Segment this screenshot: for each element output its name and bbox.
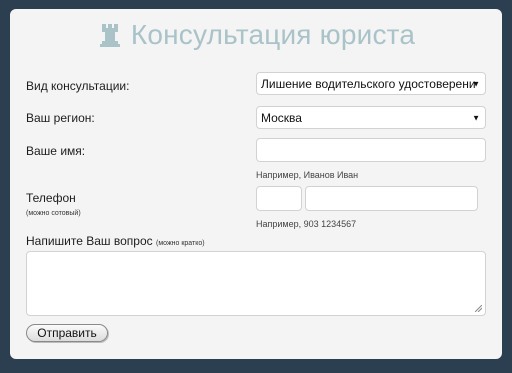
consult-type-label: Вид консультации:: [26, 79, 130, 93]
form-title-row: Консультация юриста: [10, 19, 502, 51]
phone-hint: Например, 903 1234567: [256, 219, 357, 229]
page-title: Консультация юриста: [130, 19, 416, 50]
consult-type-select[interactable]: Лишение водительского удостоверени ▼: [256, 72, 486, 95]
question-value: [27, 252, 485, 262]
question-sublabel: (можно кратко): [155, 240, 205, 247]
name-input-value: [257, 139, 485, 149]
submit-button[interactable]: Отправить: [26, 324, 108, 342]
phone-number-value: [306, 187, 477, 197]
name-hint: Например, Иванов Иван: [256, 170, 359, 180]
name-input[interactable]: [256, 138, 486, 162]
phone-sublabel: (можно сотовый): [26, 210, 81, 217]
phone-label: Телефон: [26, 191, 76, 205]
question-label: Напишите Ваш вопрос: [26, 234, 153, 248]
question-label-row: Напишите Ваш вопрос (можно кратко): [26, 234, 205, 248]
region-select[interactable]: Москва ▼: [256, 106, 486, 129]
name-label: Ваше имя:: [26, 144, 86, 158]
region-value: Москва: [261, 110, 302, 125]
consultation-form-card: Консультация юриста Вид консультации: Ли…: [10, 9, 502, 359]
triangle-down-icon: ▼: [472, 79, 480, 88]
phone-number-input[interactable]: [305, 186, 478, 211]
phone-code-input[interactable]: [256, 186, 302, 211]
rook-icon: [97, 22, 123, 48]
region-label: Ваш регион:: [26, 111, 95, 125]
question-textarea[interactable]: [26, 251, 486, 316]
resize-handle-icon[interactable]: [475, 305, 482, 312]
triangle-down-icon: ▼: [472, 113, 480, 122]
consult-type-value: Лишение водительского удостоверени: [261, 76, 476, 91]
phone-code-value: [257, 187, 301, 197]
